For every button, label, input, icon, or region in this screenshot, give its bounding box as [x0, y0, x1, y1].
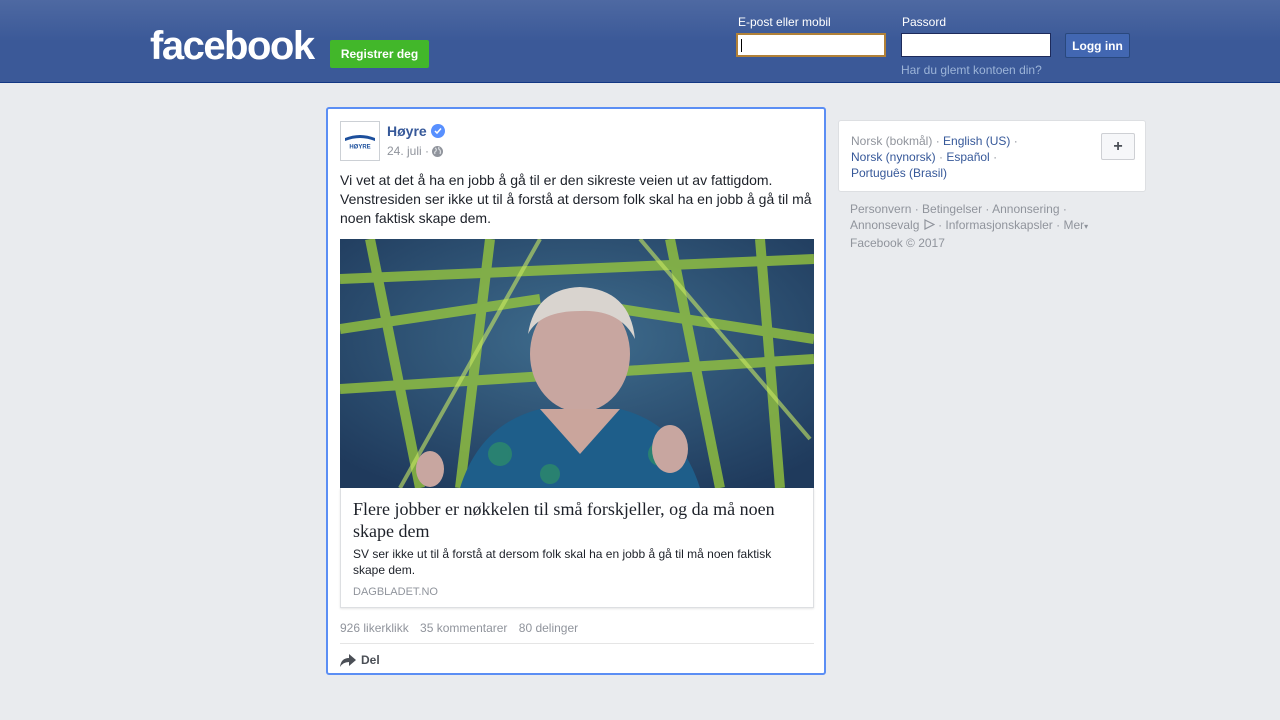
language-link[interactable]: Norsk (nynorsk)	[851, 150, 936, 164]
language-link[interactable]: Español	[946, 150, 989, 164]
page-avatar[interactable]: HØYRE	[340, 121, 380, 161]
likes-count[interactable]: 926 likerklikk	[340, 621, 409, 635]
link-title[interactable]: Flere jobber er nøkkelen til små forskje…	[353, 498, 803, 542]
post-stats: 926 likerklikk 35 kommentarer 80 delinge…	[340, 621, 586, 635]
ad-choices-link[interactable]: Annonsevalg	[850, 218, 919, 232]
language-link[interactable]: English (US)	[943, 134, 1010, 148]
language-list: Norsk (bokmål) · English (US) · Norsk (n…	[851, 134, 1018, 180]
more-link[interactable]: Mer	[1063, 218, 1084, 232]
link-description: SV ser ikke ut til å forstå at dersom fo…	[353, 547, 772, 577]
top-bar: facebook Registrer deg E-post eller mobi…	[0, 0, 1280, 83]
verified-badge-icon	[431, 124, 445, 138]
language-link[interactable]: Português (Brasil)	[851, 166, 947, 180]
footer-links: Personvern · Betingelser · Annonsering ·…	[850, 202, 1089, 250]
email-input[interactable]	[736, 33, 886, 57]
facebook-logo[interactable]: facebook	[150, 26, 315, 66]
email-label: E-post eller mobil	[738, 15, 831, 29]
caret-down-icon: ▾	[1084, 222, 1089, 231]
text-caret	[741, 39, 742, 52]
copyright: Facebook © 2017	[850, 236, 945, 250]
add-language-button[interactable]: +	[1101, 133, 1135, 160]
password-label: Passord	[902, 15, 947, 29]
current-language: Norsk (bokmål)	[851, 134, 933, 148]
hoyre-logo-icon: HØYRE	[345, 135, 375, 151]
language-box: Norsk (bokmål) · English (US) · Norsk (n…	[838, 120, 1146, 192]
globe-icon	[432, 146, 443, 157]
post-text: Vi vet at det å ha en jobb å gå til er d…	[340, 172, 812, 226]
advertising-link[interactable]: Annonsering	[992, 202, 1059, 216]
password-input[interactable]	[901, 33, 1051, 57]
register-button[interactable]: Registrer deg	[330, 40, 429, 68]
share-label: Del	[361, 653, 380, 667]
terms-link[interactable]: Betingelser	[922, 202, 982, 216]
login-button[interactable]: Logg inn	[1065, 33, 1130, 58]
cookies-link[interactable]: Informasjonskapsler	[945, 218, 1052, 232]
page-name-link[interactable]: Høyre	[387, 123, 427, 139]
svg-text:HØYRE: HØYRE	[349, 145, 370, 151]
comments-count[interactable]: 35 kommentarer	[420, 621, 507, 635]
post-card: HØYRE Høyre 24. juli · Vi vet at det å h…	[326, 107, 826, 675]
divider	[340, 643, 814, 644]
link-preview-image[interactable]	[340, 239, 814, 488]
ad-choices-icon	[924, 219, 936, 230]
share-button[interactable]: Del	[340, 651, 380, 669]
link-preview-meta[interactable]: Flere jobber er nøkkelen til små forskje…	[340, 488, 814, 608]
post-timestamp[interactable]: 24. juli ·	[387, 144, 429, 158]
shares-count[interactable]: 80 delinger	[519, 621, 578, 635]
share-arrow-icon	[340, 653, 356, 667]
forgot-account-link[interactable]: Har du glemt kontoen din?	[901, 63, 1042, 77]
link-domain: DAGBLADET.NO	[353, 586, 438, 598]
privacy-link[interactable]: Personvern	[850, 202, 911, 216]
